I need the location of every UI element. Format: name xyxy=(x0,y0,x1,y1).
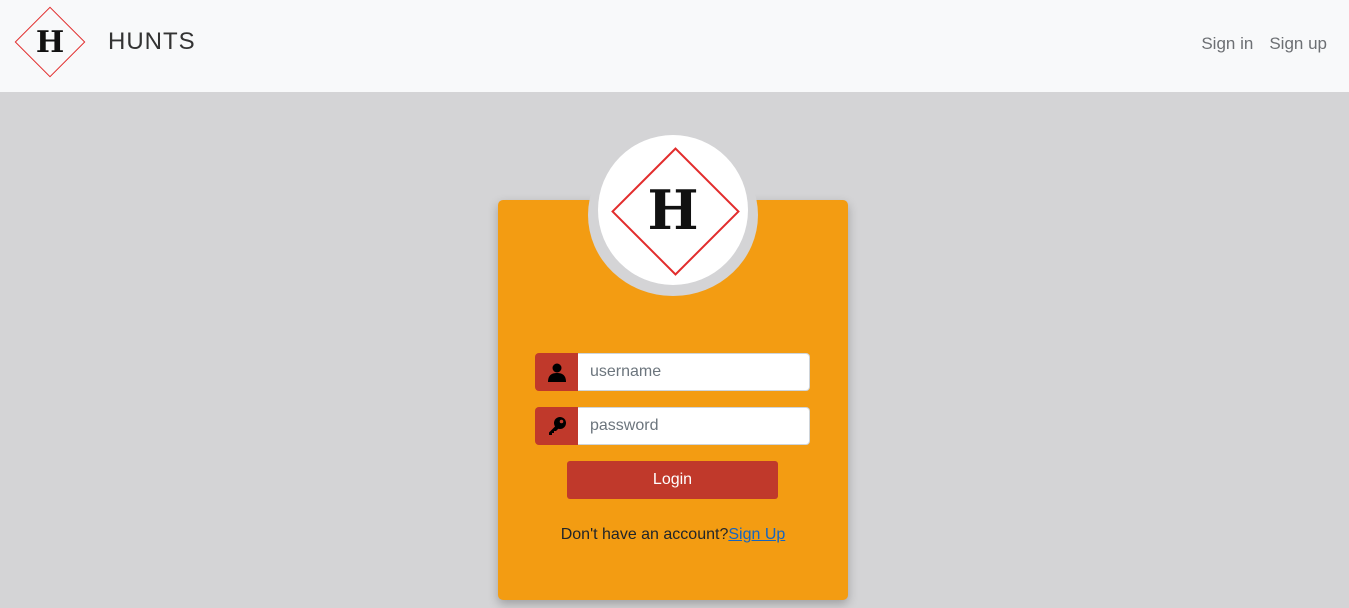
user-icon xyxy=(535,353,578,391)
sign-in-link[interactable]: Sign in xyxy=(1201,34,1253,54)
top-navbar: H HUNTS Sign in Sign up xyxy=(0,0,1349,92)
avatar-logo-letter: H xyxy=(647,178,699,242)
password-input[interactable] xyxy=(578,407,810,445)
key-icon xyxy=(535,407,578,445)
login-avatar-logo: H xyxy=(598,135,748,285)
login-button[interactable]: Login xyxy=(567,461,778,499)
brand-name[interactable]: HUNTS xyxy=(108,28,196,56)
signup-link[interactable]: Sign Up xyxy=(728,526,785,543)
logo-letter: H xyxy=(35,24,65,60)
username-input[interactable] xyxy=(578,353,810,391)
username-group xyxy=(535,353,810,391)
sign-up-link[interactable]: Sign up xyxy=(1269,34,1327,54)
brand[interactable]: H HUNTS xyxy=(14,6,196,78)
signup-prompt: Don't have an account?Sign Up xyxy=(498,526,848,544)
password-group xyxy=(535,407,810,445)
no-account-text: Don't have an account? xyxy=(560,526,729,543)
brand-logo[interactable]: H xyxy=(14,6,86,78)
nav-links: Sign in Sign up xyxy=(1201,34,1327,54)
